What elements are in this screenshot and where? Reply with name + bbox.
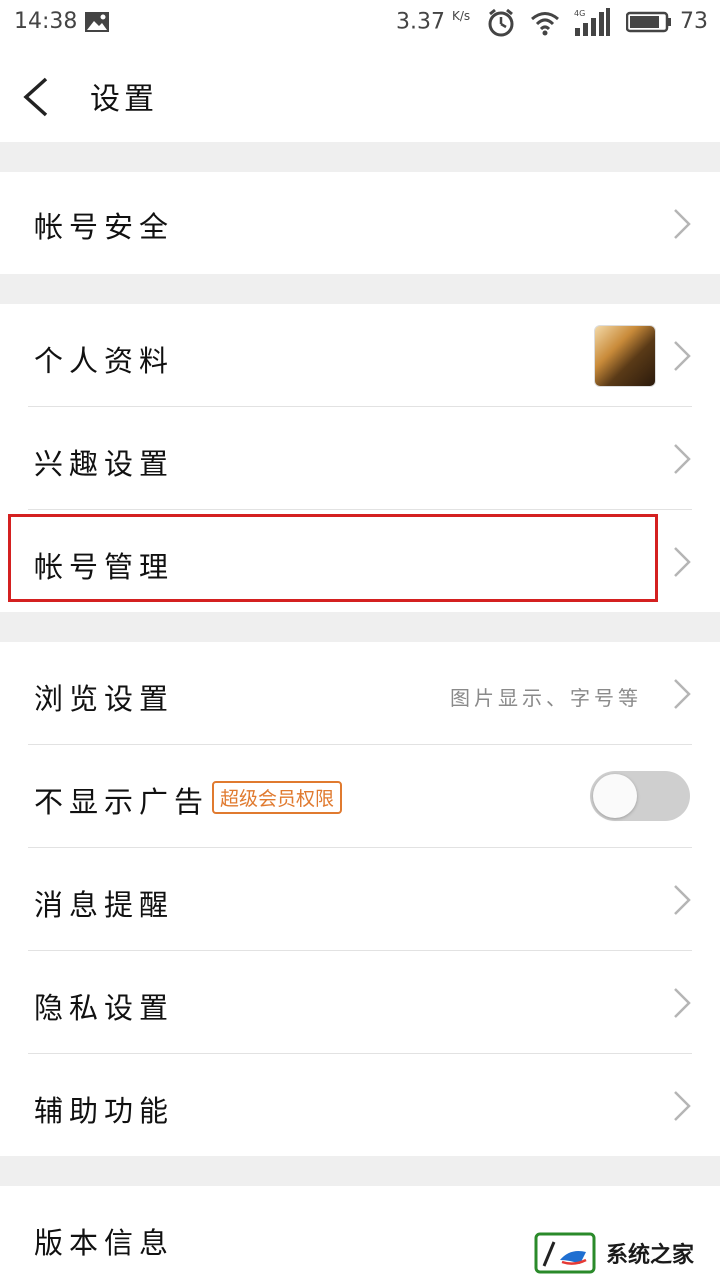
chevron-right-icon (674, 209, 691, 239)
alarm-icon (488, 8, 514, 37)
avatar (594, 325, 656, 387)
row-label: 个人资料 (34, 344, 175, 378)
section-gap (0, 612, 720, 642)
watermark: 系统之家 (530, 1226, 720, 1280)
row-label: 浏览设置 (34, 682, 175, 716)
svg-text:4G: 4G (574, 9, 585, 18)
chevron-right-icon (674, 444, 691, 474)
row-no-ads: 不显示广告 超级会员权限 (0, 745, 720, 847)
row-account-security[interactable]: 帐号安全 (0, 172, 720, 274)
vip-badge: 超级会员权限 (212, 781, 343, 814)
highlight-box (8, 514, 658, 602)
signal-icon: 4G (574, 8, 610, 36)
row-label: 帐号安全 (34, 210, 175, 244)
no-ads-toggle[interactable] (590, 771, 690, 821)
status-time: 14:38 (14, 9, 78, 34)
status-bar: 14:38 3.37 K/s 4G 73 (0, 0, 720, 46)
back-arrow-icon[interactable] (20, 76, 52, 118)
row-privacy[interactable]: 隐私设置 (0, 951, 720, 1053)
row-label: 辅助功能 (34, 1094, 175, 1128)
watermark-logo-icon (534, 1232, 596, 1274)
chevron-right-icon (674, 547, 691, 577)
row-label: 版本信息 (34, 1226, 175, 1260)
chevron-right-icon (674, 341, 691, 371)
section-gap (0, 274, 720, 304)
watermark-text: 系统之家 (606, 1243, 695, 1268)
toggle-knob (593, 774, 637, 818)
section-gap (0, 1156, 720, 1186)
battery-icon (626, 11, 671, 33)
row-label: 隐私设置 (34, 991, 175, 1025)
chevron-right-icon (674, 885, 691, 915)
row-accessibility[interactable]: 辅助功能 (0, 1054, 720, 1156)
row-label: 兴趣设置 (34, 447, 175, 481)
chevron-right-icon (674, 679, 691, 709)
row-label: 消息提醒 (34, 888, 175, 922)
header: 设置 (0, 46, 720, 142)
browse-hint: 图片显示、字号等 (450, 686, 642, 710)
row-label: 不显示广告 (34, 785, 210, 819)
wifi-icon (531, 12, 559, 36)
page-title: 设置 (90, 82, 158, 117)
row-notifications[interactable]: 消息提醒 (0, 848, 720, 950)
network-speed: 3.37 K/s (396, 9, 471, 35)
gallery-icon (85, 12, 109, 32)
row-browse-settings[interactable]: 浏览设置 图片显示、字号等 (0, 642, 720, 744)
chevron-right-icon (674, 988, 691, 1018)
chevron-right-icon (674, 1091, 691, 1121)
row-interest-settings[interactable]: 兴趣设置 (0, 407, 720, 509)
section-gap (0, 142, 720, 172)
battery-percent: 73 (680, 9, 708, 34)
row-profile[interactable]: 个人资料 (0, 304, 720, 406)
